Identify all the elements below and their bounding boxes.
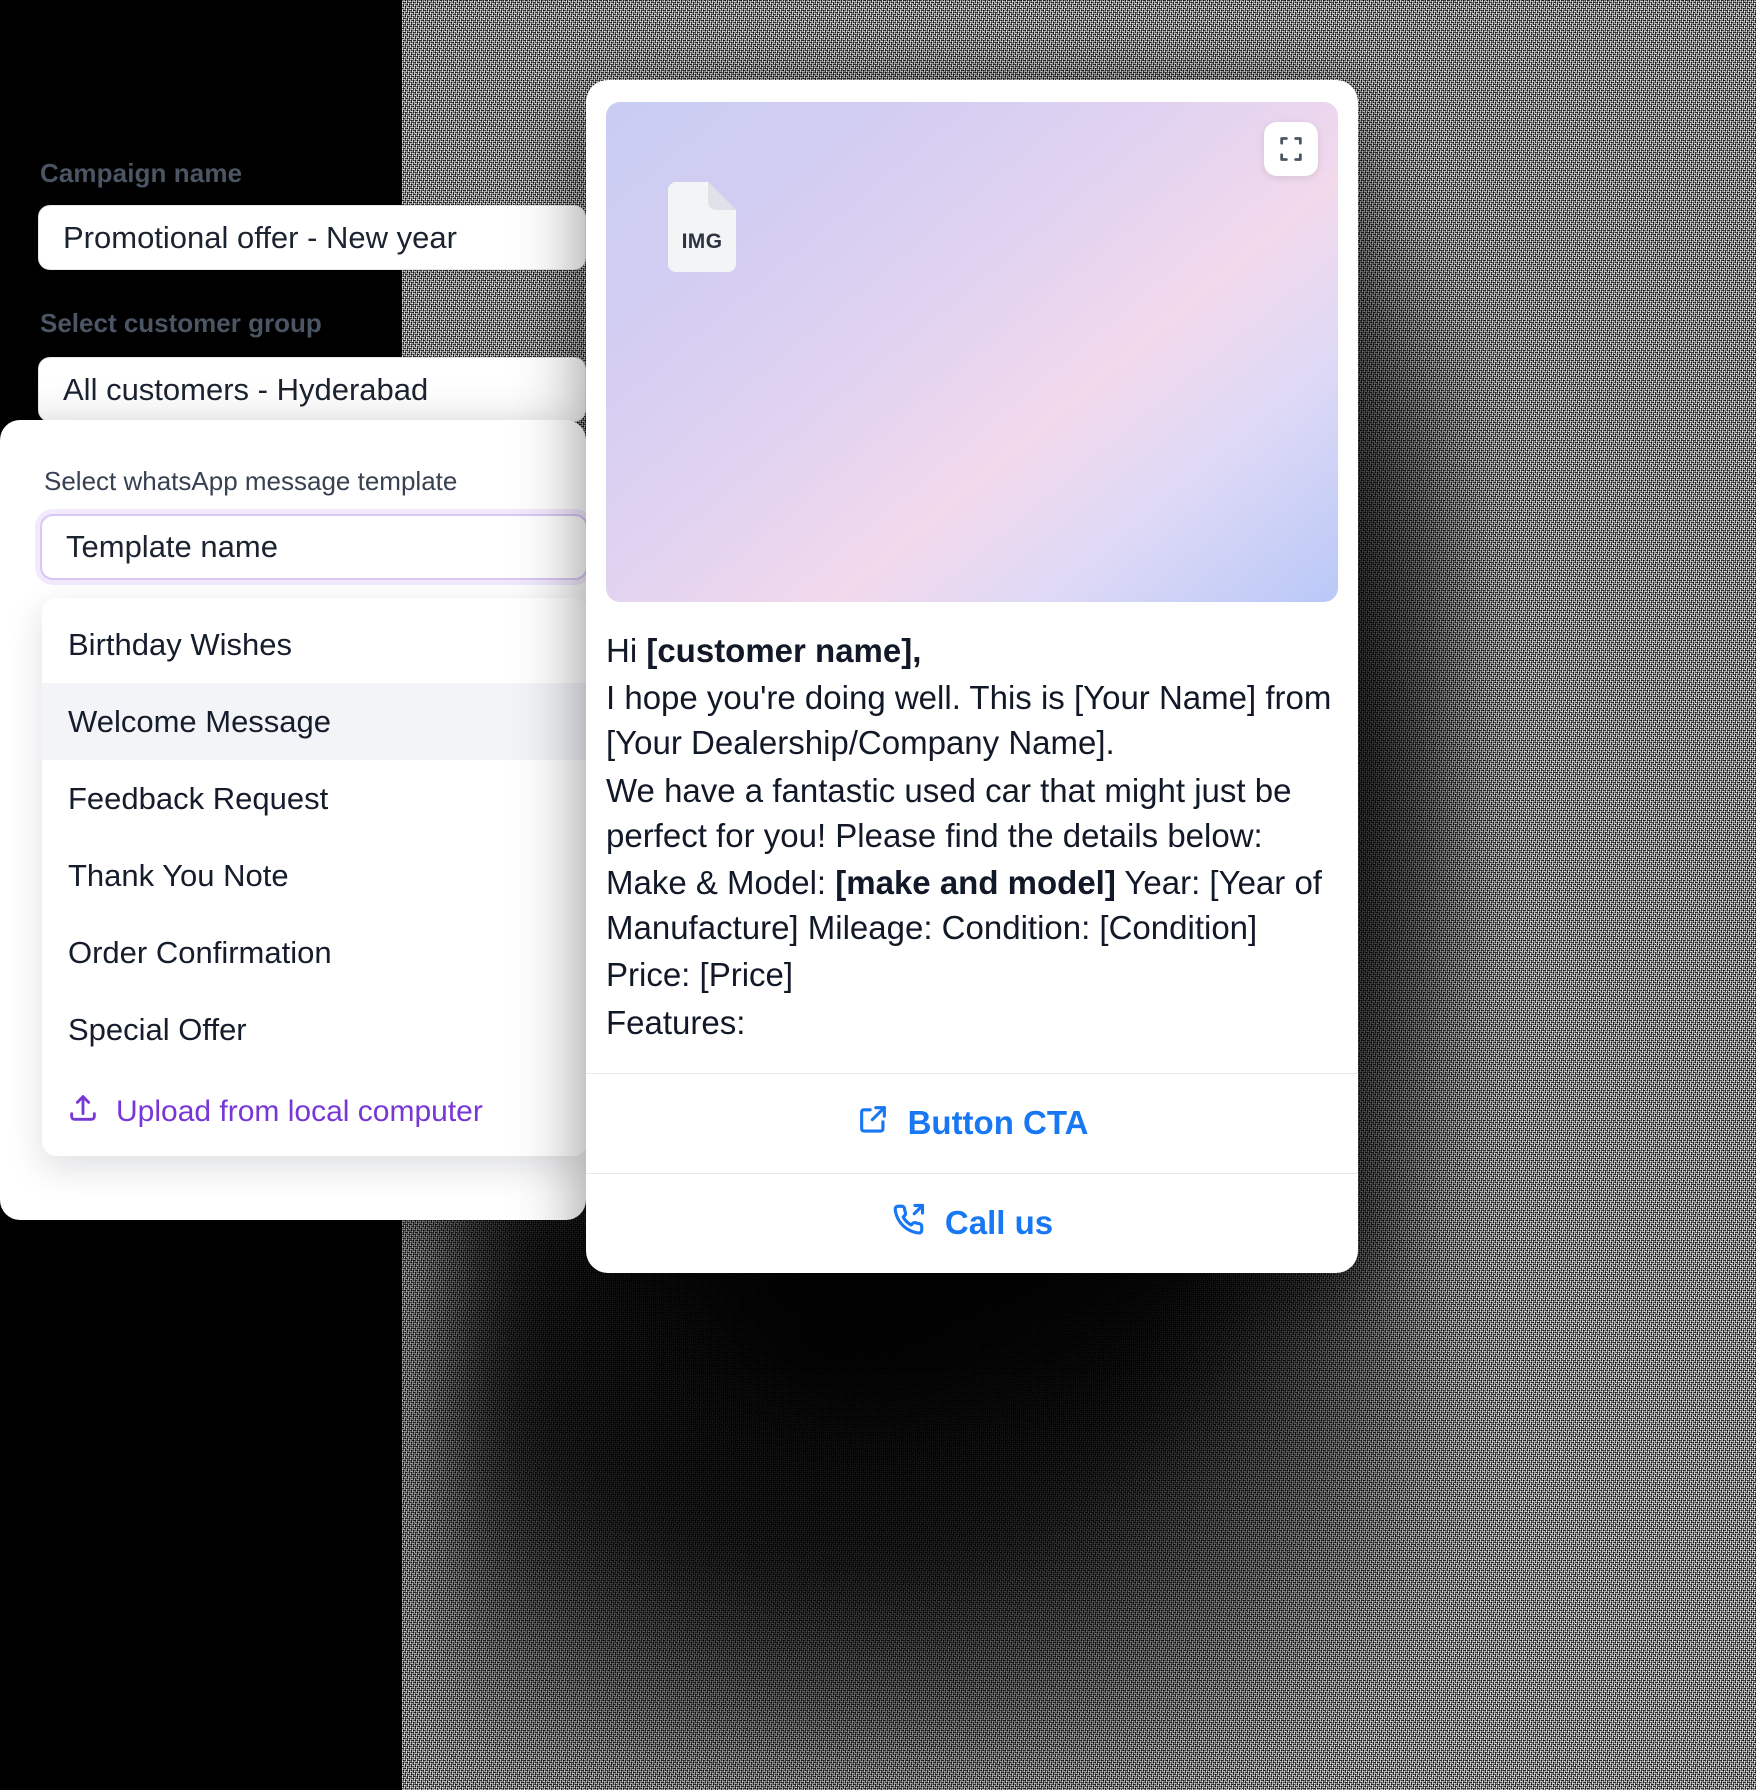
button-cta[interactable]: Button CTA (586, 1072, 1358, 1173)
button-cta-label: Button CTA (907, 1104, 1089, 1142)
upload-from-local-computer-button[interactable]: Upload from local computer (42, 1068, 588, 1156)
external-link-icon (856, 1102, 890, 1144)
greeting-customer-name: [customer name], (646, 632, 922, 669)
list-item-label: Feedback Request (68, 780, 329, 816)
list-item-label: Special Offer (68, 1011, 247, 1047)
campaign-name-label: Campaign name (40, 158, 243, 188)
preview-media-area: IMG (606, 102, 1338, 602)
list-item-label: Order Confirmation (68, 934, 332, 970)
list-item[interactable]: Feedback Request (42, 760, 588, 837)
message-line-2: We have a fantastic used car that might … (606, 771, 1292, 854)
list-item[interactable]: Special Offer (42, 991, 588, 1068)
message-line-5: Features: (606, 1003, 746, 1041)
list-item[interactable]: Welcome Message (42, 683, 588, 760)
upload-icon (66, 1091, 100, 1133)
list-item-label: Welcome Message (68, 703, 332, 739)
upload-label: Upload from local computer (116, 1095, 483, 1128)
whatsapp-message-preview-card: IMG Hi [customer name], I hope you're do… (586, 80, 1358, 1273)
list-item[interactable]: Order Confirmation (42, 914, 588, 991)
make-model-value: [make and model] (835, 864, 1116, 902)
greeting-prefix: Hi (606, 632, 647, 669)
call-us-label: Call us (944, 1204, 1054, 1242)
campaign-name-input[interactable]: Promotional offer - New year (38, 205, 586, 270)
message-line-1: I hope you're doing well. This is [Your … (606, 679, 1332, 762)
template-dropdown-list: Birthday Wishes Welcome Message Feedback… (42, 598, 588, 1156)
message-greeting: Hi [customer name], (606, 628, 1338, 673)
customer-group-select[interactable]: All customers - Hyderabad (38, 357, 586, 422)
message-line-3: Make & Model: [make and model] Year: [Ye… (606, 860, 1338, 950)
preview-message-body: Hi [customer name], I hope you're doing … (586, 602, 1358, 1073)
template-label: Select whatsApp message template (44, 466, 458, 496)
list-item[interactable]: Birthday Wishes (42, 606, 588, 683)
screenshot-stage: Campaign name Promotional offer - New ye… (0, 0, 1756, 1790)
list-item-label: Birthday Wishes (68, 626, 292, 662)
message-line-4: Price: [Price] (606, 956, 794, 994)
make-model-prefix: Make & Model: (606, 864, 836, 902)
template-name-input[interactable]: Template name (40, 514, 588, 580)
customer-group-label: Select customer group (40, 308, 322, 338)
list-item[interactable]: Thank You Note (42, 837, 588, 914)
list-item-label: Thank You Note (68, 857, 289, 893)
call-us-cta[interactable]: Call us (586, 1172, 1358, 1273)
phone-outgoing-icon (891, 1201, 927, 1245)
expand-icon[interactable] (1264, 122, 1318, 176)
image-file-icon: IMG (668, 182, 736, 272)
image-file-badge: IMG (681, 230, 723, 253)
